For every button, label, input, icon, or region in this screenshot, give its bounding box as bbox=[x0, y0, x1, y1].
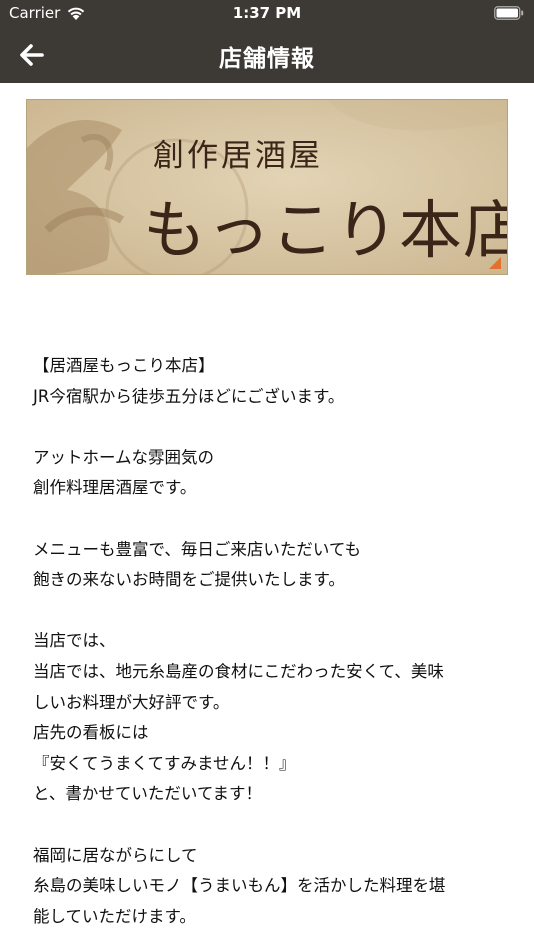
status-bar: Carrier 1:37 PM bbox=[0, 0, 534, 28]
description-line: 能していただけます。 bbox=[33, 906, 196, 926]
description-line bbox=[33, 504, 501, 535]
description-line: と、書かせていただいてます！ bbox=[33, 784, 263, 804]
shop-banner-image: 創作居酒屋 もっこり本店 bbox=[26, 99, 508, 275]
description-line bbox=[33, 810, 501, 841]
description-line: 【居酒屋もっこり本店】 bbox=[33, 356, 215, 375]
description-line: メニューも豊富で、毎日ご来店いただいても bbox=[33, 539, 362, 559]
banner-corner-mark bbox=[489, 257, 501, 269]
status-time: 1:37 PM bbox=[232, 4, 302, 22]
battery-icon bbox=[494, 6, 524, 20]
nav-bar: 店舗情報 bbox=[0, 28, 534, 83]
description-line bbox=[33, 596, 501, 627]
description-line: JR今宿駅から徒歩五分ほどにございます。 bbox=[33, 386, 345, 406]
description-line: 飽きの来ないお時間をご提供いたします。 bbox=[33, 570, 345, 590]
banner-title: もっこり本店 bbox=[143, 194, 508, 267]
description-line: 当店では、地元糸島産の食材にこだわった安くて、美味 bbox=[33, 661, 444, 681]
description-line: 糸島の美味しいモノ【うまいもん】を活かした料理を堪 bbox=[33, 876, 446, 896]
description-line: 店先の看板には bbox=[33, 723, 149, 743]
description-line: 当店では、 bbox=[33, 631, 116, 651]
description-line bbox=[33, 412, 501, 443]
description-line: アットホームな雰囲気の bbox=[33, 447, 215, 467]
description-line: しいお料理が大好評です。 bbox=[33, 692, 230, 712]
top-bar: Carrier 1:37 PM 店舗情報 bbox=[0, 0, 534, 83]
page-title: 店舗情報 bbox=[219, 46, 315, 72]
description-line: 『安くてうまくてすみません！！』 bbox=[33, 753, 296, 773]
description-line: 福岡に居ながらにして bbox=[33, 845, 198, 865]
description-line: 創作料理居酒屋です。 bbox=[33, 478, 197, 498]
banner-subtitle: 創作居酒屋 bbox=[153, 138, 323, 174]
shop-description: 【居酒屋もっこり本店】 JR今宿駅から徒歩五分ほどにございます。 アットホームな… bbox=[33, 351, 501, 932]
